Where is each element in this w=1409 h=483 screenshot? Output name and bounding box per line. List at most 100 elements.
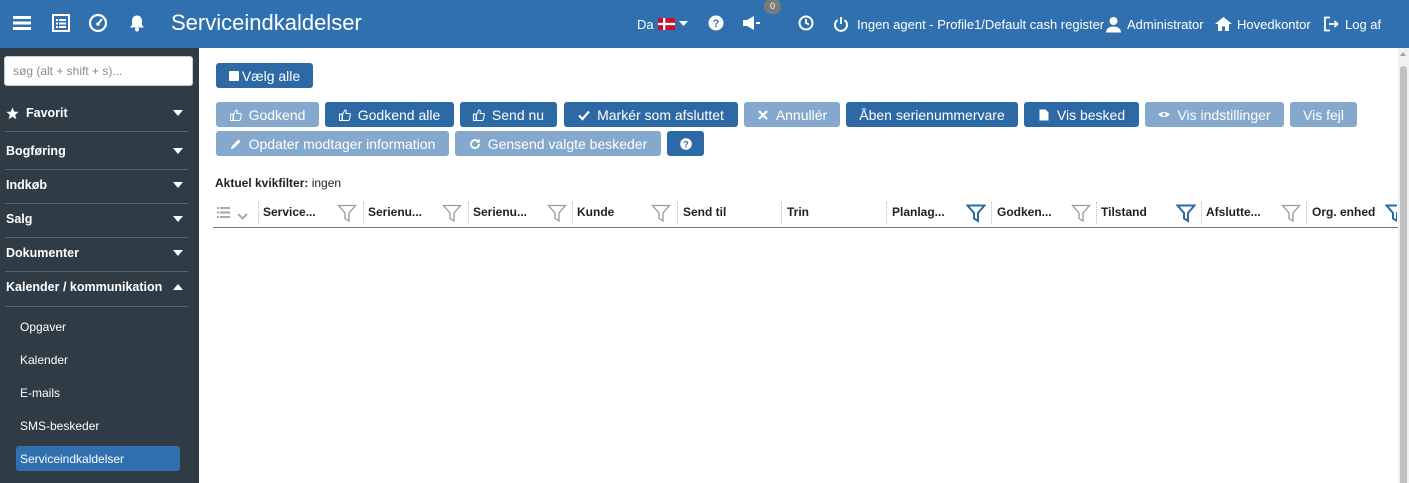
language-label: Da <box>637 16 654 32</box>
sidebar-item-label: Kalender / kommunikation <box>6 280 163 294</box>
mark-completed-label: Markér som afsluttet <box>597 106 724 123</box>
mark-completed-button[interactable]: Markér som afsluttet <box>564 102 738 127</box>
thumbs-up-icon <box>229 108 242 121</box>
filter-icon[interactable] <box>442 203 462 223</box>
help-button[interactable]: ? <box>667 131 704 156</box>
filter-icon[interactable] <box>1281 203 1301 223</box>
sidebar-item-kalender-kommunikation[interactable]: Kalender / kommunikation <box>0 270 199 304</box>
select-all-button[interactable]: Vælg alle <box>216 63 313 88</box>
filter-icon[interactable] <box>547 203 567 223</box>
column-header-customer[interactable]: Kunde <box>577 197 614 227</box>
column-header-step[interactable]: Trin <box>787 197 809 227</box>
send-now-button[interactable]: Send nu <box>460 102 557 127</box>
sidebar-item-dokumenter[interactable]: Dokumenter <box>0 236 199 270</box>
column-chooser-icon[interactable] <box>217 206 230 221</box>
vertical-scrollbar[interactable] <box>1398 48 1409 483</box>
sidebar-item-bogforing[interactable]: Bogføring <box>0 134 199 168</box>
menu-icon[interactable] <box>11 12 33 34</box>
sidebar-subitem-kalender[interactable]: Kalender <box>16 347 180 372</box>
column-header-status[interactable]: Tilstand <box>1101 197 1147 227</box>
open-serial-item-button[interactable]: Åben serienummervare <box>846 102 1018 127</box>
sidebar-subitem-opgaver[interactable]: Opgaver <box>16 314 180 339</box>
chevron-down-icon[interactable] <box>237 208 248 223</box>
column-header-serial-2[interactable]: Serienu... <box>473 197 527 227</box>
chevron-down-icon <box>678 21 688 26</box>
column-label: Trin <box>787 205 810 219</box>
logout-link[interactable]: Log af <box>1323 0 1381 48</box>
search-input[interactable] <box>4 56 193 86</box>
show-settings-button[interactable]: Vis indstillinger <box>1145 102 1284 127</box>
column-label: Send til <box>683 205 727 219</box>
column-label: Serienu... <box>368 205 423 219</box>
quick-filter-label: Aktuel kvikfilter: <box>215 176 309 190</box>
notification-badge: 0 <box>764 0 781 14</box>
column-header-planned[interactable]: Planlag... <box>892 197 945 227</box>
logout-icon <box>1324 16 1339 32</box>
agent-status[interactable]: Ingen agent - Profile1/Default cash regi… <box>833 0 1104 48</box>
filter-active-icon[interactable] <box>1385 203 1397 223</box>
column-header-serial-1[interactable]: Serienu... <box>368 197 422 227</box>
checkbox-icon <box>228 70 239 81</box>
send-now-label: Send nu <box>491 106 545 123</box>
sidebar-subitem-serviceindkaldelser[interactable]: Serviceindkaldelser <box>16 446 180 471</box>
page-title: Serviceindkaldelser <box>171 10 362 35</box>
column-separator <box>258 202 259 224</box>
sidebar-item-indkob[interactable]: Indkøb <box>0 168 199 202</box>
user-icon <box>1106 16 1121 32</box>
filter-active-icon[interactable] <box>966 203 986 223</box>
column-header-service[interactable]: Service... <box>263 197 316 227</box>
sidebar-item-label: Favorit <box>26 106 68 120</box>
column-label: Tilstand <box>1101 205 1147 219</box>
column-separator <box>677 202 678 224</box>
column-header-approved[interactable]: Godken... <box>997 197 1052 227</box>
column-header-org-unit[interactable]: Org. enhed <box>1312 197 1375 227</box>
approve-button[interactable]: Godkend <box>216 102 319 127</box>
caret-down-icon <box>173 250 183 256</box>
column-label: Kunde <box>577 205 615 219</box>
help-icon[interactable]: ? <box>705 12 727 34</box>
list-icon[interactable] <box>50 12 72 34</box>
update-recipient-info-button[interactable]: Opdater modtager information <box>216 131 449 156</box>
scrollbar-thumb[interactable] <box>1400 66 1407 483</box>
column-separator <box>991 202 992 224</box>
danish-flag-icon <box>657 18 675 30</box>
resend-selected-button[interactable]: Gensend valgte beskeder <box>455 131 661 156</box>
sidebar-subitem-sms-beskeder[interactable]: SMS-beskeder <box>16 413 180 438</box>
sidebar-subitem-emails[interactable]: E-mails <box>16 380 180 405</box>
filter-active-icon[interactable] <box>1176 203 1196 223</box>
show-errors-button[interactable]: Vis fejl <box>1290 102 1357 127</box>
clock-icon[interactable] <box>795 12 817 34</box>
filter-icon[interactable] <box>1071 203 1091 223</box>
caret-down-icon <box>173 148 183 154</box>
column-header-send-to[interactable]: Send til <box>683 197 726 227</box>
sidebar-item-salg[interactable]: Salg <box>0 202 199 236</box>
svg-text:?: ? <box>683 139 689 149</box>
cancel-label: Annullér <box>775 106 828 123</box>
sidebar-subitem-label: Serviceindkaldelser <box>20 451 125 466</box>
caret-down-icon <box>173 182 183 188</box>
agent-status-label: Ingen agent - Profile1/Default cash regi… <box>857 16 1105 32</box>
sidebar-item-favorit[interactable]: Favorit <box>0 96 199 130</box>
svg-text:?: ? <box>713 18 720 30</box>
quick-filter-value: ingen <box>311 176 342 190</box>
column-separator <box>363 202 364 224</box>
column-label: Planlag... <box>892 205 945 219</box>
top-bar: Serviceindkaldelser Da ? 0 Ingen agent -… <box>0 0 1409 48</box>
scroll-up-arrow-icon[interactable] <box>1400 52 1406 56</box>
column-label: Serienu... <box>473 205 528 219</box>
sidebar-subitem-label: SMS-beskeder <box>20 418 100 433</box>
filter-icon[interactable] <box>651 203 671 223</box>
location-menu[interactable]: Hovedkontor <box>1215 0 1311 48</box>
dashboard-icon[interactable] <box>87 12 109 34</box>
cancel-button[interactable]: Annullér <box>744 102 840 127</box>
column-header-completed[interactable]: Afslutte... <box>1206 197 1261 227</box>
user-menu[interactable]: Administrator <box>1105 0 1204 48</box>
megaphone-icon[interactable] <box>742 12 764 34</box>
bell-icon[interactable] <box>126 12 148 34</box>
approve-all-button[interactable]: Godkend alle <box>325 102 454 127</box>
language-selector[interactable]: Da <box>637 0 688 48</box>
column-separator <box>781 202 782 224</box>
show-message-button[interactable]: Vis besked <box>1024 102 1139 127</box>
filter-icon[interactable] <box>337 203 357 223</box>
approve-label: Godkend <box>248 106 306 123</box>
